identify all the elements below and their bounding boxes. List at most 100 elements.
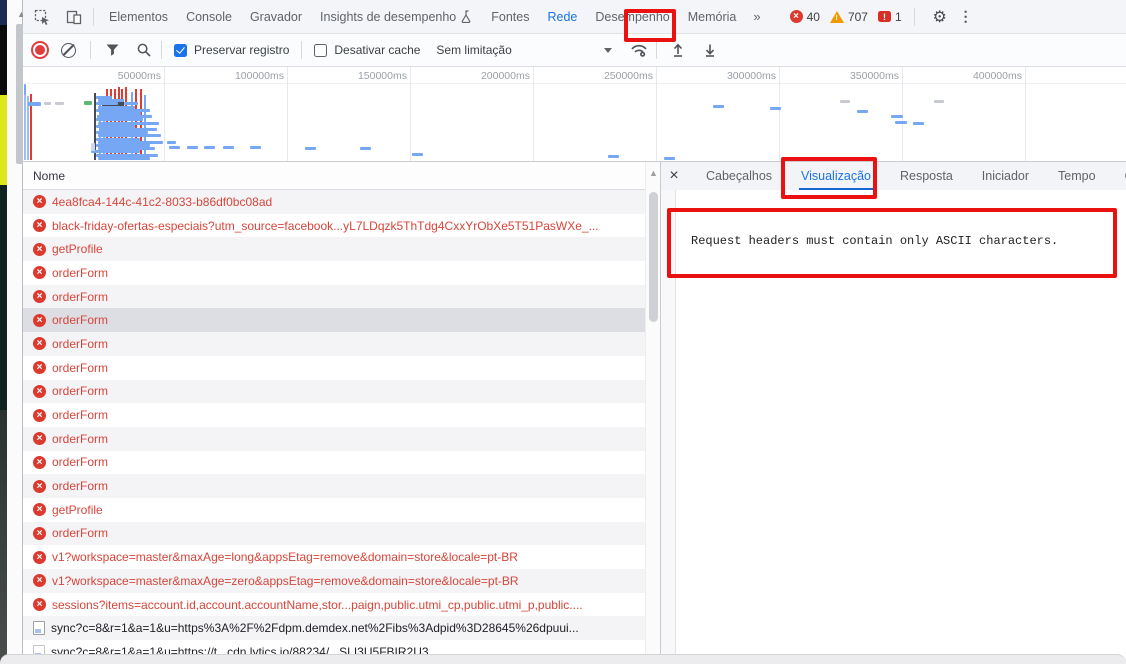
error-status-icon: × <box>33 195 46 208</box>
request-row[interactable]: ×orderForm <box>23 380 645 404</box>
request-row[interactable]: ×sessions?items=account.id,account.accou… <box>23 593 645 617</box>
error-status-icon: × <box>33 314 46 327</box>
detail-tab-label: Visualização <box>801 169 871 183</box>
name-column-header[interactable]: Nome <box>23 162 660 190</box>
request-row[interactable]: sync?c=8&r=1&a=1&u=https%3A%2F%2Fdpm.dem… <box>23 616 645 640</box>
request-row[interactable]: ×orderForm <box>23 403 645 427</box>
waterfall-bar <box>96 118 143 121</box>
settings-gear-button[interactable]: ⚙ <box>927 4 953 30</box>
request-row[interactable]: ×orderForm <box>23 522 645 546</box>
console-warning-badge[interactable]: ! 707 <box>830 10 868 24</box>
request-row[interactable]: ×orderForm <box>23 261 645 285</box>
record-network-log-button[interactable] <box>31 41 49 59</box>
requests-scrollbar-thumb[interactable] <box>649 192 658 322</box>
export-har-button[interactable] <box>697 37 723 63</box>
network-overview-timeline[interactable]: 50000ms100000ms150000ms200000ms250000ms3… <box>23 67 1126 162</box>
request-row[interactable]: ×v1?workspace=master&maxAge=zero&appsEta… <box>23 569 645 593</box>
disable-cache-label[interactable]: Desativar cache <box>334 43 420 57</box>
tab-fontes[interactable]: Fontes <box>482 0 538 33</box>
error-status-icon: × <box>33 290 46 303</box>
error-icon: × <box>790 10 803 23</box>
error-status-icon: × <box>33 337 46 350</box>
request-row[interactable]: ×orderForm <box>23 332 645 356</box>
request-row[interactable]: ×orderForm <box>23 474 645 498</box>
detail-tab-iniciador[interactable]: Iniciador <box>972 162 1039 190</box>
more-tabs-button[interactable]: » <box>745 0 767 33</box>
import-har-button[interactable] <box>665 37 691 63</box>
divider <box>301 41 302 59</box>
waterfall-bar <box>891 115 903 118</box>
page-scrollbar[interactable]: ▲ <box>7 0 23 664</box>
request-name: black-friday-ofertas-especiais?utm_sourc… <box>52 219 599 233</box>
filter-button[interactable] <box>99 37 125 63</box>
bottom-scrollbar-band[interactable] <box>0 654 1126 664</box>
request-row[interactable]: × black-friday-ofertas-especiais?utm_sour… <box>23 214 645 238</box>
request-row[interactable]: ×orderForm <box>23 451 645 475</box>
error-status-icon: × <box>33 219 46 232</box>
waterfall-bar <box>412 153 423 156</box>
request-name: v1?workspace=master&maxAge=zero&appsEtag… <box>52 574 519 588</box>
close-icon[interactable]: × <box>661 167 687 185</box>
disable-cache-checkbox[interactable] <box>314 44 327 57</box>
waterfall-bar <box>96 102 118 105</box>
preserve-log-checkbox[interactable] <box>174 44 187 57</box>
request-name: orderForm <box>52 455 108 469</box>
waterfall-bar <box>55 102 64 105</box>
scroll-up-icon[interactable]: ▲ <box>646 168 661 178</box>
throttling-select-value[interactable]: Sem limitação <box>436 43 511 57</box>
network-conditions-button[interactable] <box>626 37 652 63</box>
tab-gravador[interactable]: Gravador <box>241 0 311 33</box>
request-row[interactable]: ×orderForm <box>23 356 645 380</box>
waterfall-bar <box>223 146 234 149</box>
console-error-badge[interactable]: × 40 <box>790 10 820 24</box>
request-name: orderForm <box>52 432 108 446</box>
device-toolbar-button[interactable] <box>61 4 87 30</box>
preserve-log-label[interactable]: Preservar registro <box>194 43 289 57</box>
tab-label: Desempenho <box>595 10 669 24</box>
devtools-tabbar: ElementosConsoleGravadorInsights de dese… <box>23 0 1126 34</box>
waterfall-bar <box>840 100 850 103</box>
detail-tab-visualização[interactable]: Visualização <box>791 162 881 190</box>
error-count: 40 <box>807 10 820 24</box>
divider <box>90 41 91 59</box>
requests-scrollbar[interactable]: ▲ <box>645 162 661 664</box>
detail-tab-cookies[interactable]: Cookies <box>1115 162 1126 190</box>
tab-console[interactable]: Console <box>177 0 241 33</box>
tab-rede[interactable]: Rede <box>538 0 586 33</box>
request-name: getProfile <box>52 503 103 517</box>
waterfall-bar <box>98 157 150 160</box>
tab-elementos[interactable]: Elementos <box>100 0 177 33</box>
tab-insights-de-desempenho[interactable]: Insights de desempenho <box>311 0 482 33</box>
request-row[interactable]: ×orderForm <box>23 308 645 332</box>
timeline-gridline <box>1025 67 1026 161</box>
detail-tab-tempo[interactable]: Tempo <box>1048 162 1106 190</box>
request-name: v1?workspace=master&maxAge=long&appsEtag… <box>52 550 518 564</box>
request-name: sessions?items=account.id,account.accoun… <box>52 598 583 612</box>
detail-tab-cabeçalhos[interactable]: Cabeçalhos <box>696 162 782 190</box>
search-icon <box>137 43 151 57</box>
request-row[interactable]: ×orderForm <box>23 285 645 309</box>
search-button[interactable] <box>131 37 157 63</box>
request-row[interactable]: ×v1?workspace=master&maxAge=long&appsEta… <box>23 545 645 569</box>
clear-network-log-button[interactable] <box>61 43 76 58</box>
throttling-caret-icon[interactable] <box>604 48 612 53</box>
divider <box>914 8 915 26</box>
page-sliver-segment <box>0 25 7 95</box>
tab-label: Memória <box>688 10 737 24</box>
request-row[interactable]: ×orderForm <box>23 427 645 451</box>
request-row[interactable]: ×getProfile <box>23 237 645 261</box>
kebab-menu-button[interactable]: ⋮ <box>953 4 979 30</box>
network-toolbar: Preservar registro Desativar cache Sem l… <box>23 34 1126 67</box>
request-name: sync?c=8&r=1&a=1&u=https%3A%2F%2Fdpm.dem… <box>51 621 579 635</box>
request-row[interactable]: ×4ea8fca4-144c-41c2-8033-b86df0bc08ad <box>23 190 645 214</box>
detail-tab-resposta[interactable]: Resposta <box>890 162 963 190</box>
document-icon-fill <box>35 629 41 633</box>
tab-memória[interactable]: Memória <box>679 0 746 33</box>
inspect-cursor-icon <box>34 9 50 25</box>
tab-label: Fontes <box>491 10 529 24</box>
issues-badge[interactable]: ! 1 <box>878 10 902 24</box>
inspect-element-button[interactable] <box>29 4 55 30</box>
request-row[interactable]: ×getProfile <box>23 498 645 522</box>
tab-desempenho[interactable]: Desempenho <box>586 0 678 33</box>
divider <box>161 41 162 59</box>
